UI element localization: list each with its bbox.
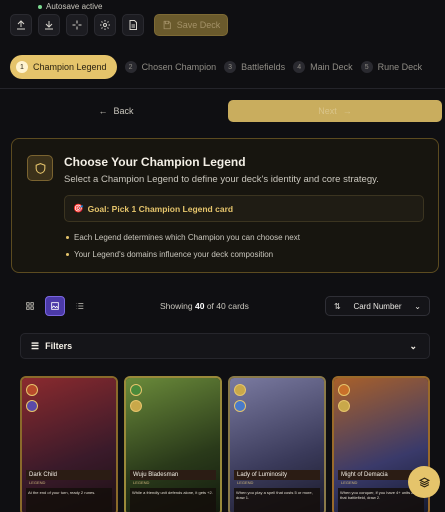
page-title: Choose Your Champion Legend <box>64 155 246 169</box>
sort-select[interactable]: ⇅ Card Number ⌄ <box>325 296 430 316</box>
document-icon <box>129 20 137 30</box>
step-number: 2 <box>124 61 137 73</box>
gear-icon <box>100 20 110 30</box>
notes-button[interactable] <box>122 14 144 36</box>
save-icon <box>163 20 171 30</box>
step-tabs: 1 Champion Legend 2 Chosen Champion 3 Ba… <box>10 55 445 79</box>
tab-rune-deck[interactable]: 5 Rune Deck <box>360 55 423 79</box>
arrow-right-icon: → <box>342 106 352 116</box>
domain-badge <box>338 400 350 412</box>
filters-toggle[interactable]: ☰ Filters ⌄ <box>20 333 430 359</box>
sort-icon: ⇅ <box>334 301 341 311</box>
save-deck-label: Save Deck <box>176 20 221 30</box>
step-label: Battlefields <box>241 62 286 72</box>
card-name: Lady of Luminosity <box>234 470 320 480</box>
card-text: When you play a spell that costs 5 or mo… <box>234 488 320 512</box>
upload-button[interactable] <box>10 14 32 36</box>
arrow-left-icon: ← <box>98 106 108 116</box>
chevron-down-icon: ⌄ <box>414 301 421 311</box>
sort-value: Card Number <box>353 301 402 311</box>
deck-stack-button[interactable] <box>408 466 440 498</box>
download-icon <box>45 21 53 30</box>
download-button[interactable] <box>38 14 60 36</box>
domain-badge <box>338 384 350 396</box>
autosave-label: Autosave active <box>46 2 103 11</box>
save-deck-button[interactable]: Save Deck <box>154 14 228 36</box>
divider <box>0 88 445 89</box>
results-total: of 40 cards <box>206 301 249 311</box>
settings-button[interactable] <box>94 14 116 36</box>
step-label: Champion Legend <box>33 62 107 72</box>
list-view-button[interactable] <box>70 296 90 316</box>
sliders-icon: ☰ <box>31 340 40 351</box>
grid-icon <box>26 302 34 310</box>
card-wuju-bladesman[interactable]: Wuju Bladesman LEGEND While a friendly u… <box>124 376 222 512</box>
card-name: Wuju Bladesman <box>130 470 216 480</box>
results-prefix: Showing <box>160 301 193 311</box>
page-subtitle: Select a Champion Legend to define your … <box>64 174 379 185</box>
step-number: 3 <box>224 61 237 73</box>
card-type: LEGEND <box>237 480 254 485</box>
tab-champion-legend[interactable]: 1 Champion Legend <box>10 55 117 79</box>
info-list: Each Legend determines which Champion yo… <box>66 233 300 267</box>
goal-callout: 🎯 Goal: Pick 1 Champion Legend card <box>64 195 424 222</box>
goal-text: Goal: Pick 1 Champion Legend card <box>87 203 234 214</box>
card-dark-child[interactable]: Dark Child LEGEND At the end of your tur… <box>20 376 118 512</box>
next-button[interactable]: Next → <box>228 100 442 122</box>
domain-badge <box>130 400 142 412</box>
next-label: Next <box>318 106 337 116</box>
results-shown: 40 <box>194 301 205 311</box>
card-grid: Dark Child LEGEND At the end of your tur… <box>20 376 430 512</box>
card-type: LEGEND <box>341 480 358 485</box>
card-type: LEGEND <box>29 480 46 485</box>
tab-battlefields[interactable]: 3 Battlefields <box>224 55 285 79</box>
card-type: LEGEND <box>133 480 150 485</box>
view-toggles <box>20 296 90 316</box>
domain-badge <box>26 400 38 412</box>
shuffle-button[interactable] <box>66 14 88 36</box>
list-item: Your Legend's domains influence your dec… <box>66 250 300 259</box>
layers-icon <box>418 477 430 487</box>
card-text: At the end of your turn, ready 2 runes. <box>26 488 112 512</box>
card-text: While a friendly unit defends alone, it … <box>130 488 216 512</box>
card-lady-of-luminosity[interactable]: Lady of Luminosity LEGEND When you play … <box>228 376 326 512</box>
chevron-down-icon: ⌄ <box>409 340 417 351</box>
step-number: 4 <box>293 61 306 73</box>
instructions-panel: Choose Your Champion Legend Select a Cha… <box>11 138 439 273</box>
card-name: Dark Child <box>26 470 112 480</box>
grid-view-button[interactable] <box>20 296 40 316</box>
results-count: Showing 40 of 40 cards <box>160 301 249 311</box>
list-item: Each Legend determines which Champion yo… <box>66 233 300 242</box>
list-icon <box>76 303 84 309</box>
image-icon <box>51 302 59 310</box>
back-button[interactable]: ← Back <box>10 100 222 122</box>
back-label: Back <box>113 106 134 116</box>
sparkle-icon <box>72 20 82 30</box>
step-number: 1 <box>16 61 28 73</box>
filters-label: Filters <box>45 341 73 351</box>
domain-badge <box>26 384 38 396</box>
step-number: 5 <box>360 61 373 73</box>
tab-main-deck[interactable]: 4 Main Deck <box>293 55 353 79</box>
image-view-button[interactable] <box>45 296 65 316</box>
domain-badge <box>234 400 246 412</box>
status-dot <box>38 4 42 9</box>
step-label: Rune Deck <box>377 62 423 72</box>
shield-icon <box>35 162 45 174</box>
autosave-indicator: Autosave active <box>38 2 102 11</box>
toolbar: Save Deck <box>10 14 228 36</box>
step-label: Chosen Champion <box>141 62 217 72</box>
target-icon: 🎯 <box>73 203 84 213</box>
domain-badge <box>130 384 142 396</box>
domain-badge <box>234 384 246 396</box>
shield-icon-box <box>27 155 53 181</box>
tab-chosen-champion[interactable]: 2 Chosen Champion <box>124 55 217 79</box>
step-label: Main Deck <box>310 62 353 72</box>
upload-icon <box>17 20 25 30</box>
